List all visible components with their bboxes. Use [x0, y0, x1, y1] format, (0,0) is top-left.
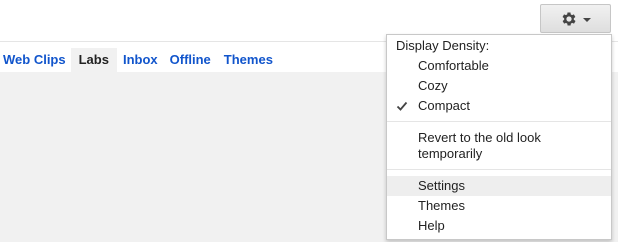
chevron-down-icon	[583, 17, 591, 22]
tab-labs[interactable]: Labs	[70, 48, 117, 72]
tab-web-clips[interactable]: Web Clips	[0, 48, 71, 72]
menu-item-label: Settings	[418, 178, 465, 193]
display-density-header: Display Density:	[396, 38, 490, 53]
density-option-compact[interactable]: Compact	[387, 96, 611, 116]
menu-item-label: Comfortable	[418, 58, 489, 73]
menu-item-label: Cozy	[418, 78, 448, 93]
checkmark-icon	[396, 101, 408, 111]
menu-item-label: Themes	[418, 198, 465, 213]
menu-item-settings[interactable]: Settings	[387, 176, 611, 196]
tab-offline[interactable]: Offline	[164, 48, 217, 72]
revert-old-look-item[interactable]: Revert to the old look temporarily	[387, 129, 611, 163]
menu-separator	[387, 121, 611, 122]
settings-gear-button[interactable]	[540, 4, 611, 33]
menu-item-label: Help	[418, 218, 445, 233]
menu-item-label-line1: Revert to the old look	[418, 130, 541, 145]
menu-separator	[387, 169, 611, 170]
density-option-comfortable[interactable]: Comfortable	[387, 56, 611, 76]
gear-icon	[562, 11, 576, 26]
menu-item-help[interactable]: Help	[387, 216, 611, 236]
menu-item-label: Compact	[418, 98, 471, 113]
density-option-cozy[interactable]: Cozy	[387, 76, 611, 96]
tab-inbox[interactable]: Inbox	[117, 48, 164, 72]
tab-themes[interactable]: Themes	[217, 48, 279, 72]
settings-dropdown-menu: Display Density: Comfortable Cozy Compac…	[386, 34, 612, 240]
menu-item-label-line2: temporarily	[418, 146, 483, 161]
menu-item-themes[interactable]: Themes	[387, 196, 611, 216]
settings-tabs: Web Clips Labs Inbox Offline Themes	[0, 48, 279, 72]
